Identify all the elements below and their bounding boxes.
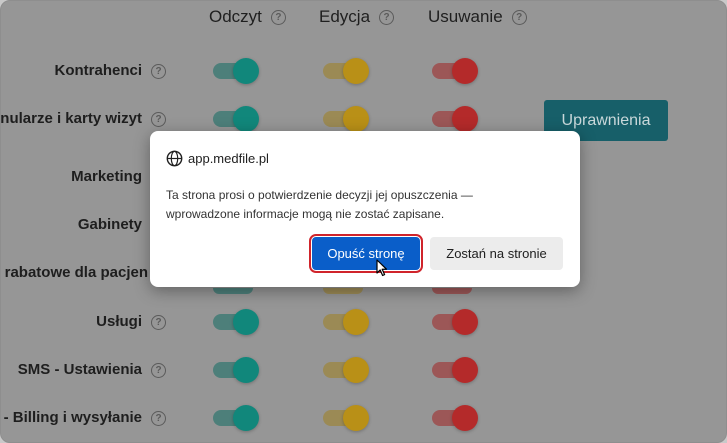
toggle-read[interactable] — [213, 288, 253, 294]
toggle-delete[interactable] — [432, 357, 478, 383]
toggle-knob — [233, 106, 259, 132]
stay-on-page-button[interactable]: Zostań na stronie — [430, 237, 563, 270]
help-icon[interactable]: ? — [151, 411, 166, 426]
mouse-pointer-icon — [376, 259, 388, 277]
toggle-knob — [233, 357, 259, 383]
help-icon[interactable]: ? — [151, 112, 166, 127]
row-label-sms: SMS - Ustawienia — [17, 361, 142, 378]
toggle-knob — [452, 106, 478, 132]
toggle-knob — [343, 405, 369, 431]
help-icon[interactable]: ? — [151, 315, 166, 330]
leave-page-dialog: app.medfile.pl Ta strona prosi o potwier… — [150, 131, 580, 287]
column-header-read: Odczyt ? — [209, 7, 286, 27]
toggle-read[interactable] — [213, 357, 259, 383]
toggle-knob — [233, 58, 259, 84]
toggle-knob — [233, 309, 259, 335]
column-header-delete-label: Usuwanie — [428, 7, 503, 26]
dialog-message-line: wprowadzone informacje mogą nie zostać z… — [166, 207, 445, 221]
toggle-knob — [452, 405, 478, 431]
help-icon[interactable]: ? — [379, 9, 395, 25]
row-label-uslugi: Usługi — [96, 313, 142, 330]
toggle-knob — [343, 309, 369, 335]
row-label-gabinety: Gabinety — [77, 216, 142, 233]
column-header-read-label: Odczyt — [209, 7, 262, 26]
leave-page-button[interactable]: Opuść stronę — [309, 234, 423, 273]
help-icon[interactable]: ? — [151, 64, 166, 79]
toggle-knob — [452, 309, 478, 335]
toggle-knob — [452, 357, 478, 383]
toggle-read[interactable] — [213, 58, 259, 84]
toggle-edit[interactable] — [323, 106, 369, 132]
toggle-delete[interactable] — [432, 106, 478, 132]
toggle-edit[interactable] — [323, 309, 369, 335]
row-label-rabatowe: rabatowe dla pacjen — [4, 264, 148, 281]
dialog-site-label: app.medfile.pl — [188, 151, 269, 166]
dialog-site: app.medfile.pl — [166, 150, 269, 167]
help-icon[interactable]: ? — [270, 9, 286, 25]
dialog-message-line: Ta strona prosi o potwierdzenie decyzji … — [166, 188, 473, 202]
row-label-kontrahenci: Kontrahenci — [54, 62, 142, 79]
toggle-edit[interactable] — [323, 288, 363, 294]
row-label-marketing: Marketing — [71, 168, 142, 185]
column-header-delete: Usuwanie ? — [428, 7, 527, 27]
toggle-delete[interactable] — [432, 309, 478, 335]
toggle-knob — [343, 106, 369, 132]
toggle-edit[interactable] — [323, 357, 369, 383]
globe-icon — [166, 150, 183, 167]
toggle-edit[interactable] — [323, 405, 369, 431]
toggle-edit[interactable] — [323, 58, 369, 84]
row-label-billing: - Billing i wysyłanie — [3, 409, 142, 426]
toggle-knob — [343, 58, 369, 84]
toggle-knob — [452, 58, 478, 84]
toggle-delete[interactable] — [432, 405, 478, 431]
toggle-read[interactable] — [213, 106, 259, 132]
help-icon[interactable]: ? — [151, 363, 166, 378]
browser-frame: Odczyt ? Edycja ? Usuwanie ? Kontrahenci… — [0, 0, 727, 443]
column-header-edit-label: Edycja — [319, 7, 371, 26]
help-icon[interactable]: ? — [511, 9, 527, 25]
toggle-delete[interactable] — [432, 288, 472, 294]
column-header-edit: Edycja ? — [319, 7, 395, 27]
toggle-delete[interactable] — [432, 58, 478, 84]
toggle-knob — [233, 405, 259, 431]
toggle-knob — [343, 357, 369, 383]
row-label-formularze: nularze i karty wizyt — [0, 110, 142, 127]
toggle-read[interactable] — [213, 405, 259, 431]
toggle-read[interactable] — [213, 309, 259, 335]
dialog-message: Ta strona prosi o potwierdzenie decyzji … — [166, 186, 566, 224]
